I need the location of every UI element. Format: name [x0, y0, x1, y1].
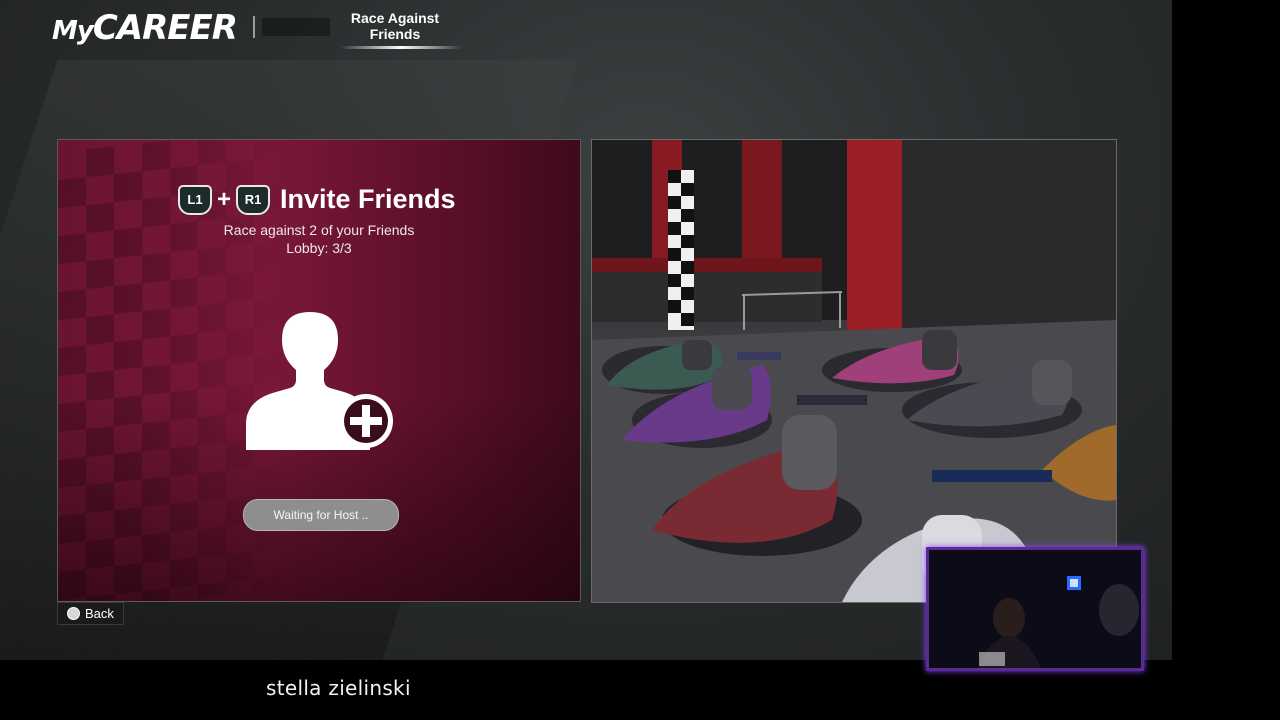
active-tab-indicator — [340, 46, 462, 49]
invite-friends-header[interactable]: L1 + R1 Invite Friends — [178, 184, 456, 215]
circle-button-icon — [67, 607, 80, 620]
l1-button-icon: L1 — [178, 184, 212, 215]
waiting-for-host-button[interactable]: Waiting for Host .. — [243, 499, 399, 531]
invite-friends-title: Invite Friends — [280, 184, 456, 214]
r1-button-icon: R1 — [236, 184, 271, 215]
header-tab-placeholder[interactable] — [262, 18, 330, 36]
back-button[interactable]: Back — [57, 602, 124, 625]
invite-subtitle: Race against 2 of your Friends — [223, 222, 415, 238]
streamer-name: stella zielinski — [266, 676, 411, 700]
add-user-icon[interactable] — [244, 312, 404, 452]
tab-label-line2: Friends — [369, 26, 421, 42]
webcam-overlay — [926, 547, 1144, 671]
tab-race-against-friends[interactable]: Race Against Friends — [335, 10, 455, 42]
kart-arena-illustration — [592, 140, 1116, 602]
webcam-feed — [929, 550, 1141, 668]
lobby-count: Lobby: 3/3 — [286, 240, 352, 256]
tab-label-line1: Race Against — [350, 10, 440, 26]
invite-friends-panel: L1 + R1 Invite Friends Race against 2 of… — [57, 139, 581, 602]
checkered-pillar — [668, 170, 694, 330]
black-side-strip — [1172, 0, 1280, 660]
logo-prefix: My — [52, 16, 94, 46]
go-kart-scene-image — [591, 139, 1117, 603]
plus-sign: + — [217, 185, 232, 213]
header-divider — [253, 16, 255, 38]
logo-main: CAREER — [92, 8, 238, 48]
mycareer-logo: MyCAREER — [52, 8, 238, 48]
back-label: Back — [85, 606, 114, 621]
